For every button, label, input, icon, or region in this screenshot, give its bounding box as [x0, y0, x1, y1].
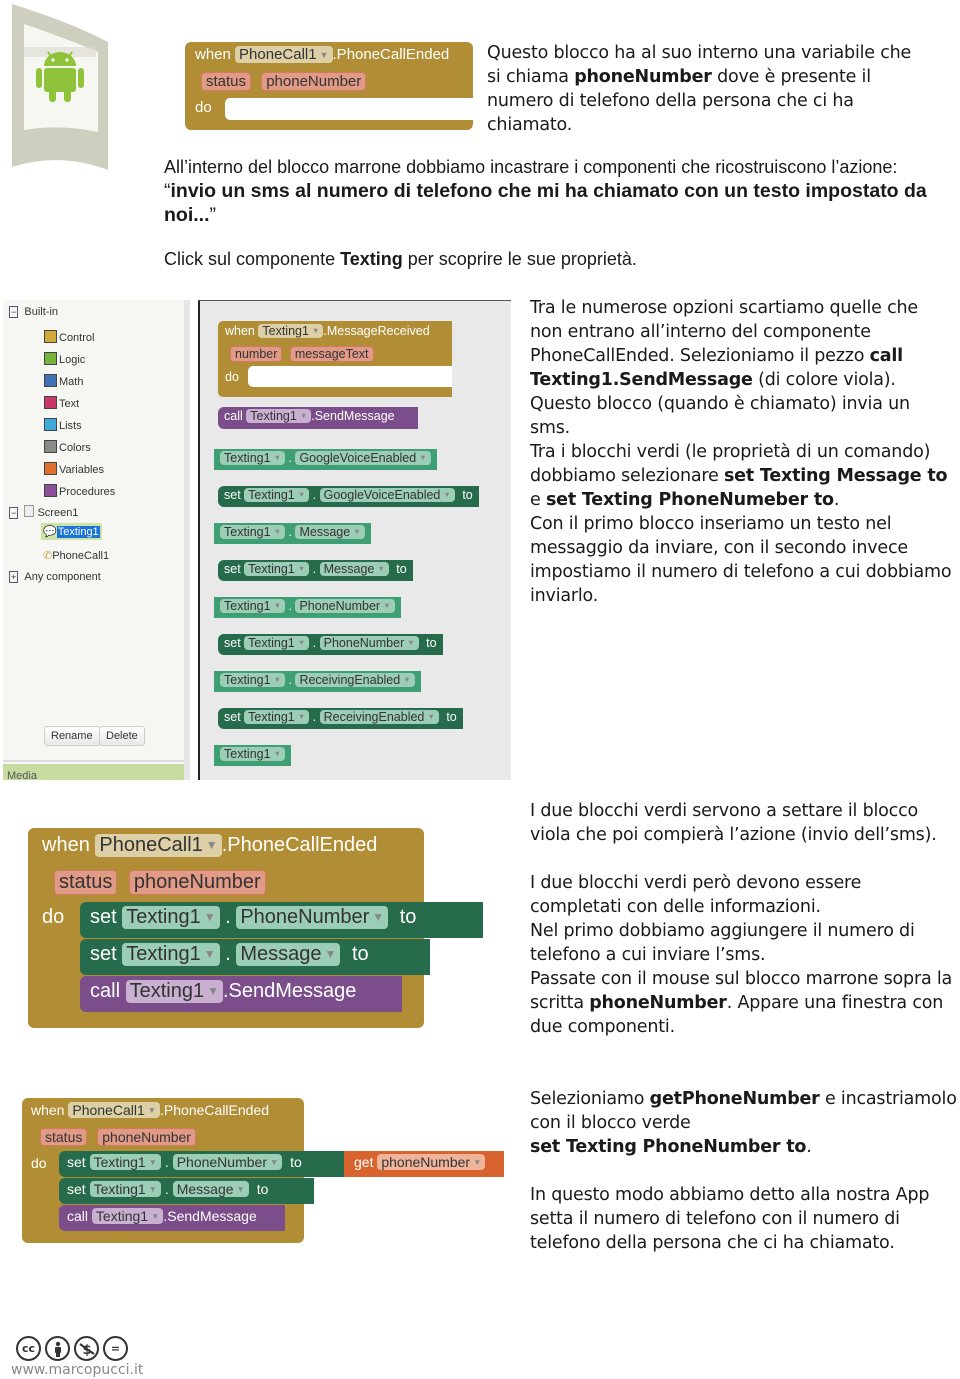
palette-item-colors[interactable]: Colors — [44, 440, 91, 454]
messagereceived-event-block[interactable]: when Texting1 ▼ .MessageReceived number me… — [218, 321, 452, 397]
property-dropdown[interactable]: PhoneNumber ▼ — [295, 599, 395, 614]
explanation-text-2: I due blocchi verdi servono a settare il… — [530, 801, 953, 1037]
property-dropdown[interactable]: ReceivingEnabled ▼ — [319, 710, 439, 725]
get-property-block[interactable]: Texting1 ▼ . GoogleVoiceEnabled ▼ — [214, 449, 437, 470]
android-badge — [10, 2, 110, 170]
set-message-block[interactable]: set Texting1 ▼ . Message ▼ to — [59, 1178, 314, 1204]
category-color-icon — [44, 440, 57, 453]
set-property-block[interactable]: set Texting1 ▼ . PhoneNumber ▼ to — [218, 634, 443, 655]
explanation-text-3: Selezioniamo getPhoneNumber e incastriam… — [530, 1089, 957, 1253]
phonecallended-assembled-block[interactable]: when PhoneCall1 ▼ .PhoneCallEnded status p… — [28, 828, 483, 1028]
sendmessage-call-block[interactable]: call Texting1 ▼ .SendMessage — [80, 976, 402, 1012]
explanation-text: Tra le numerose opzioni scartiamo quelle… — [530, 298, 952, 606]
category-color-icon — [44, 484, 57, 497]
palette-item-control[interactable]: Control — [44, 330, 94, 344]
param-status[interactable]: status — [40, 1128, 88, 1147]
screen-icon — [24, 505, 35, 517]
property-dropdown[interactable]: Message ▼ — [319, 562, 389, 577]
phone-icon: ✆ — [43, 550, 53, 562]
category-color-icon — [44, 374, 57, 387]
phonecallended-event-block[interactable]: when PhoneCall1 ▼ .PhoneCallEnded status p… — [185, 42, 473, 130]
rename-button[interactable]: Rename — [44, 726, 100, 746]
param-status[interactable]: status — [201, 72, 252, 92]
get-property-block[interactable]: Texting1 ▼ . PhoneNumber ▼ — [214, 597, 401, 618]
do-label: do — [195, 99, 212, 116]
property-dropdown[interactable]: GoogleVoiceEnabled ▼ — [295, 451, 431, 466]
component-phonecall1[interactable]: ✆PhoneCall1 — [43, 549, 109, 562]
param-phonenumber[interactable]: phoneNumber — [261, 72, 367, 92]
android-icon — [12, 4, 108, 170]
set-property-block[interactable]: set Texting1 ▼ . GoogleVoiceEnabled ▼ to — [218, 486, 479, 507]
component-dropdown[interactable]: Texting1 ▼ — [244, 562, 310, 577]
property-dropdown[interactable]: Message ▼ — [295, 525, 365, 540]
expand-icon: + — [9, 571, 19, 583]
category-color-icon — [44, 418, 57, 431]
cc-icon: cc — [16, 1336, 41, 1361]
property-dropdown[interactable]: PhoneNumber ▼ — [319, 636, 419, 651]
phonecallended-final-block[interactable]: when PhoneCall1 ▼ .PhoneCallEnded status p… — [22, 1098, 504, 1243]
component-dropdown[interactable]: Texting1 ▼ — [220, 673, 285, 688]
nc-icon: $ — [74, 1336, 99, 1361]
event-label: .PhoneCallEnded — [332, 46, 450, 63]
when-label: when — [195, 46, 231, 63]
component-dropdown[interactable]: PhoneCall1 ▼ — [235, 46, 333, 64]
sendmessage-call-block[interactable]: call Texting1 ▼ .SendMessage — [218, 407, 418, 429]
component-dropdown[interactable]: Texting1 ▼ — [220, 599, 285, 614]
get-phonenumber-block[interactable]: get phoneNumber ▼ — [344, 1151, 504, 1177]
set-property-block[interactable]: set Texting1 ▼ . ReceivingEnabled ▼ to — [218, 708, 463, 729]
by-icon — [45, 1336, 70, 1361]
blocks-workspace: when Texting1 ▼ .MessageReceived number me… — [198, 300, 511, 780]
property-dropdown[interactable]: ReceivingEnabled ▼ — [295, 673, 415, 688]
set-message-block[interactable]: set Texting1 ▼ . Message ▼ to — [80, 939, 430, 975]
component-dropdown[interactable]: Texting1 ▼ — [244, 636, 310, 651]
media-section[interactable]: Media — [3, 764, 190, 780]
texting-icon: 💬 — [43, 526, 57, 538]
component-dropdown[interactable]: Texting1 ▼ — [220, 525, 285, 540]
sendmessage-call-block[interactable]: call Texting1 ▼ .SendMessage — [59, 1205, 285, 1231]
component-dropdown[interactable]: PhoneCall1 ▼ — [68, 1102, 161, 1119]
blocks-palette: − Built-in Control Logic Math Text Lists Colo… — [3, 300, 190, 780]
param-status[interactable]: status — [54, 870, 118, 895]
component-dropdown[interactable]: Texting1 ▼ — [220, 451, 285, 466]
website-link[interactable]: www.marcopucci.it — [11, 1362, 143, 1378]
component-texting1[interactable]: 💬Texting1 — [41, 523, 102, 540]
component-dropdown[interactable]: Texting1 ▼ — [220, 747, 285, 762]
palette-item-math[interactable]: Math — [44, 374, 83, 388]
palette-item-lists[interactable]: Lists — [44, 418, 82, 432]
nd-icon: = — [103, 1336, 128, 1361]
component-dropdown[interactable]: Texting1 ▼ — [244, 488, 310, 503]
set-phonenumber-block[interactable]: set Texting1 ▼ . PhoneNumber ▼ to — [59, 1151, 344, 1177]
category-color-icon — [44, 330, 57, 343]
screen1-tree-node[interactable]: − Screen1 — [9, 505, 78, 519]
comp-property-block[interactable]: Texting1 ▼ — [214, 745, 291, 766]
palette-item-logic[interactable]: Logic — [44, 352, 85, 366]
palette-item-procedures[interactable]: Procedures — [44, 484, 115, 498]
get-property-block[interactable]: Texting1 ▼ . ReceivingEnabled ▼ — [214, 671, 421, 692]
delete-button[interactable]: Delete — [99, 726, 145, 746]
component-dropdown[interactable]: PhoneCall1 ▼ — [95, 834, 222, 857]
param-phonenumber[interactable]: phoneNumber — [128, 870, 266, 895]
property-dropdown[interactable]: GoogleVoiceEnabled ▼ — [319, 488, 455, 503]
license-icons: cc $ = — [16, 1336, 132, 1361]
component-dropdown[interactable]: Texting1 ▼ — [258, 324, 324, 339]
category-color-icon — [44, 352, 57, 365]
builtin-tree-node[interactable]: − Built-in — [9, 306, 58, 318]
palette-item-text[interactable]: Text — [44, 396, 79, 410]
instruction-text: All’interno del blocco marrone dobbiamo … — [164, 157, 927, 269]
any-component-tree-node[interactable]: + Any component — [9, 571, 101, 583]
param-messagetext[interactable]: messageText — [289, 346, 374, 363]
palette-item-variables[interactable]: Variables — [44, 462, 104, 476]
param-phonenumber[interactable]: phoneNumber — [97, 1128, 196, 1147]
set-phonenumber-block[interactable]: set Texting1 ▼ . PhoneNumber ▼ to — [80, 902, 483, 938]
get-property-block[interactable]: Texting1 ▼ . Message ▼ — [214, 523, 371, 544]
intro-text: Questo blocco ha al suo interno una vari… — [487, 43, 912, 135]
component-dropdown[interactable]: Texting1 ▼ — [244, 710, 310, 725]
set-property-block[interactable]: set Texting1 ▼ . Message ▼ to — [218, 560, 413, 581]
category-color-icon — [44, 396, 57, 409]
param-number[interactable]: number — [230, 346, 283, 363]
palette-scrollbar[interactable] — [184, 300, 190, 780]
category-color-icon — [44, 462, 57, 475]
